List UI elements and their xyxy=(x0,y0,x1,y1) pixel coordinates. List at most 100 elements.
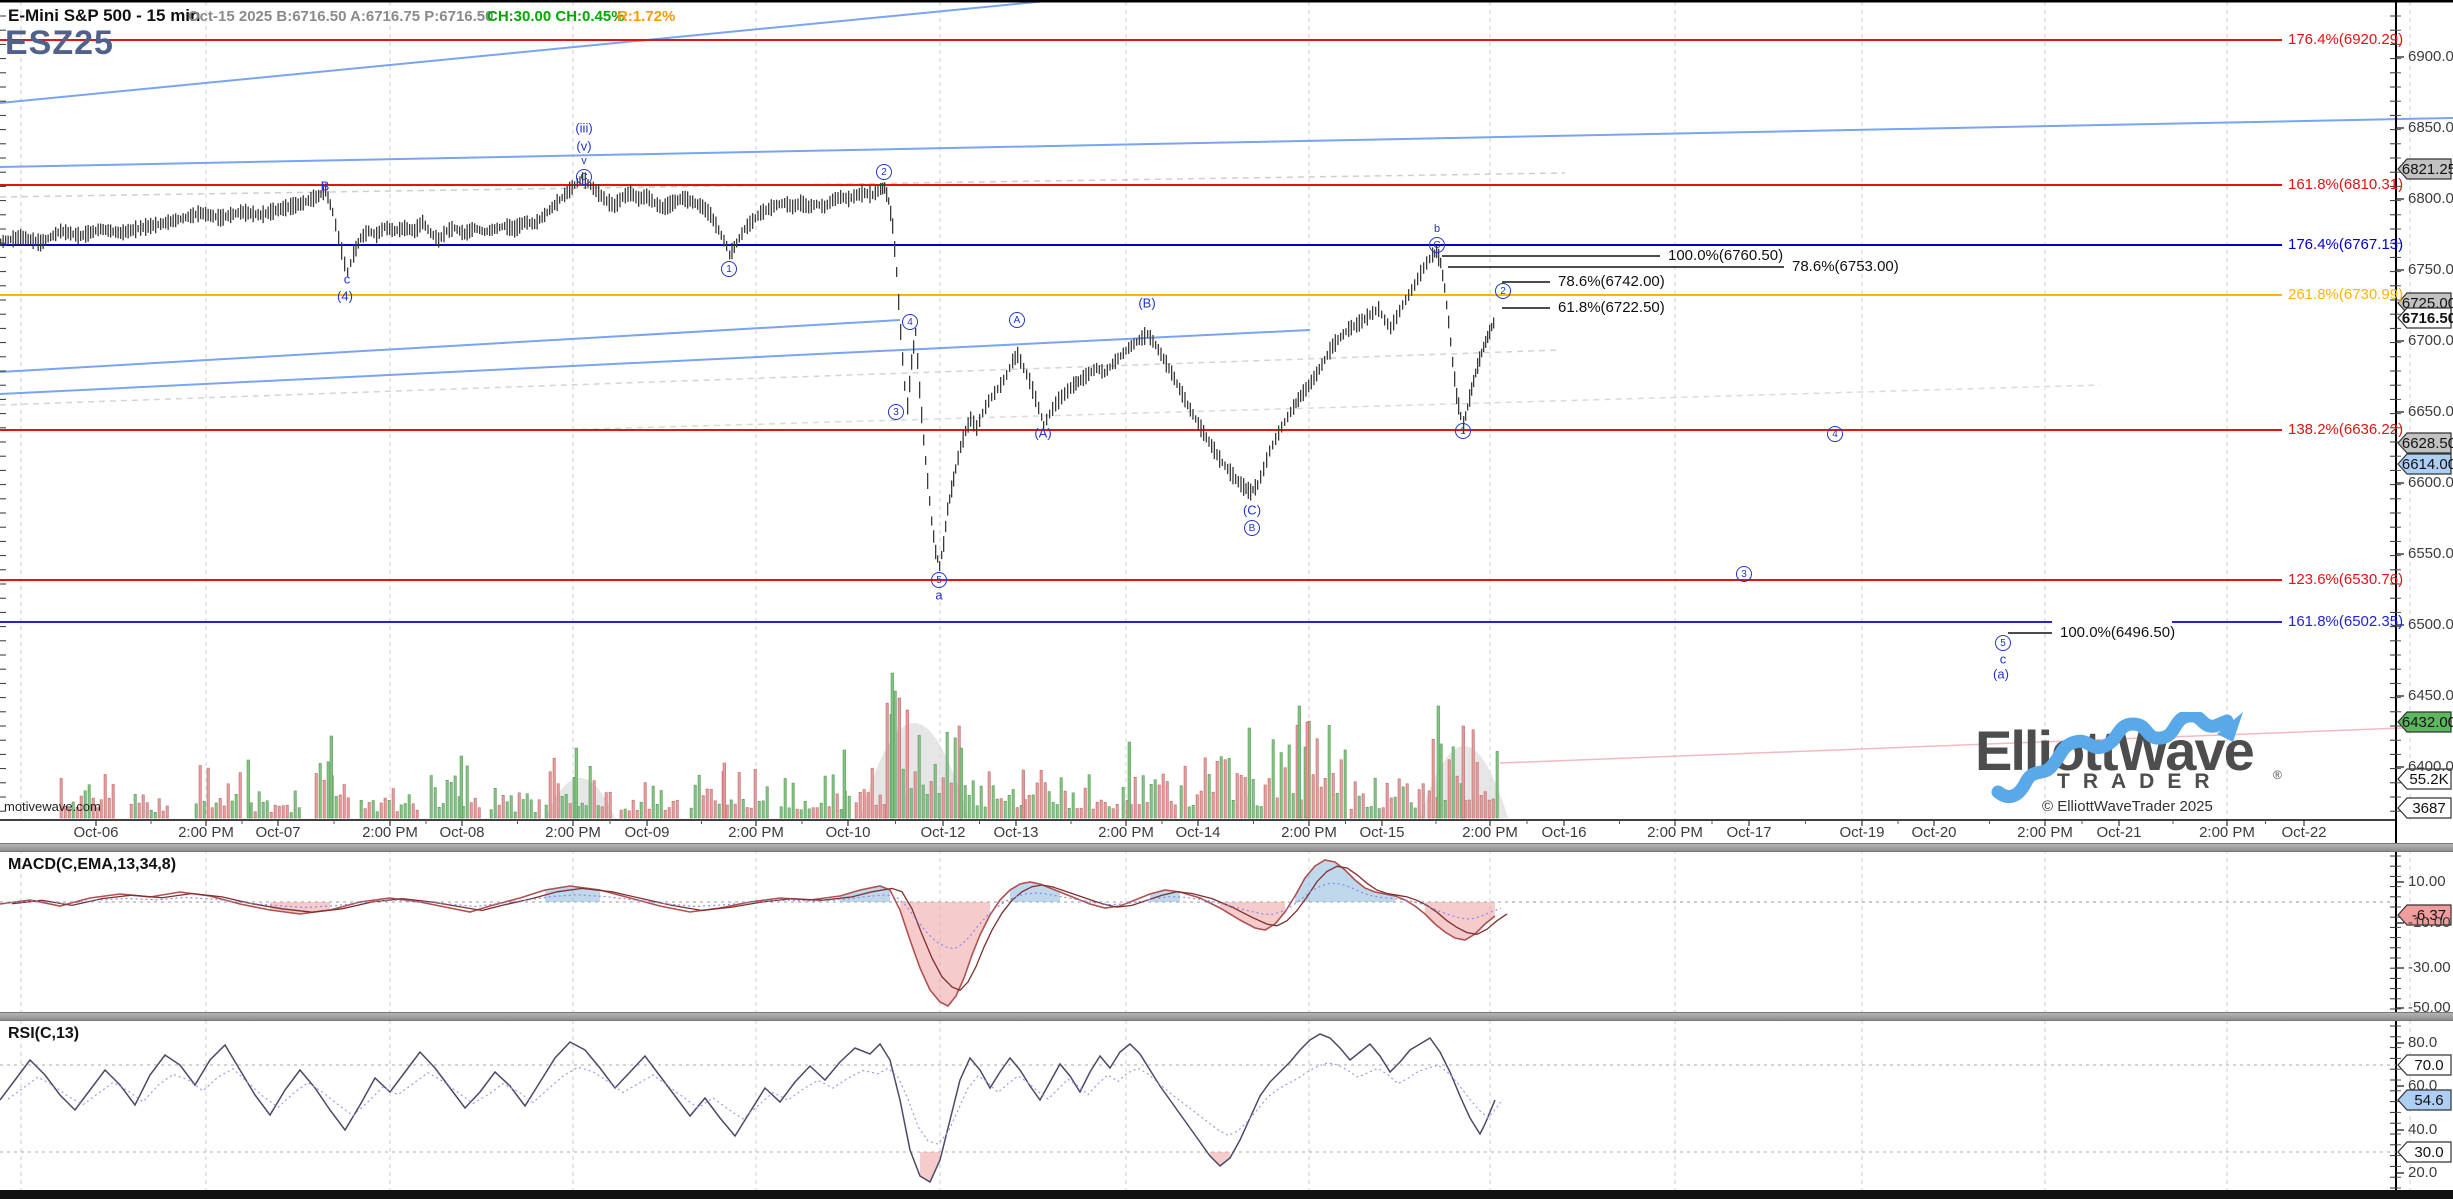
wave-label-a[interactable]: a xyxy=(935,588,942,603)
time-axis-label[interactable]: Oct-17 xyxy=(1726,824,1771,841)
price-bar xyxy=(1067,383,1068,398)
price-bar xyxy=(397,226,398,234)
wave-label-b[interactable]: b xyxy=(1434,223,1440,235)
wave-label-C[interactable]: C xyxy=(1429,237,1445,253)
macd-axis-label: -30.00 xyxy=(2408,959,2451,976)
volume-bar xyxy=(1448,760,1450,818)
wave-label-v[interactable]: (v) xyxy=(576,139,591,154)
wave-label-1[interactable]: 1 xyxy=(721,261,737,277)
time-axis-label[interactable]: 2:00 PM xyxy=(1647,824,1703,841)
wave-label-2[interactable]: 2 xyxy=(1495,283,1511,299)
volume-bar xyxy=(726,805,728,818)
wave-label-5[interactable]: 5 xyxy=(1995,635,2011,651)
wave-label-a[interactable]: (a) xyxy=(1993,667,2009,682)
time-axis-label[interactable]: 2:00 PM xyxy=(1281,824,1337,841)
axis-tag-text: 54.6 xyxy=(2414,1092,2443,1109)
volume-bar xyxy=(518,793,520,818)
price-bar xyxy=(707,204,708,221)
price-bar xyxy=(771,199,772,216)
price-bar xyxy=(1281,422,1282,433)
wave-label-3[interactable]: 3 xyxy=(888,404,904,420)
time-axis-label[interactable]: Oct-06 xyxy=(73,824,118,841)
volume-bar xyxy=(648,809,650,818)
wave-label-c[interactable]: c xyxy=(2000,652,2007,667)
wave-label-1[interactable]: 1 xyxy=(1455,423,1471,439)
price-bar xyxy=(1442,270,1443,281)
price-bar xyxy=(365,225,366,241)
price-bar xyxy=(1408,289,1409,301)
panel-separator[interactable] xyxy=(0,843,2453,852)
volume-bar xyxy=(1244,777,1246,818)
wave-label-v[interactable]: v xyxy=(581,155,587,167)
price-bar xyxy=(904,381,905,391)
price-bar xyxy=(549,205,550,215)
panel-separator[interactable] xyxy=(0,1012,2453,1021)
time-axis-label[interactable]: Oct-14 xyxy=(1175,824,1220,841)
wave-label-B[interactable]: (B) xyxy=(1138,296,1155,311)
price-bar xyxy=(670,195,671,213)
volume-bar xyxy=(1104,802,1106,818)
time-axis-label[interactable]: 2:00 PM xyxy=(2199,824,2255,841)
time-axis-label[interactable]: Oct-07 xyxy=(255,824,300,841)
price-axis-label: 6600.00 xyxy=(2408,474,2453,491)
wave-label-5[interactable]: 5 xyxy=(931,572,947,588)
volume-bar xyxy=(1240,775,1242,818)
price-bar xyxy=(45,235,46,245)
time-axis-label[interactable]: 2:00 PM xyxy=(178,824,234,841)
volume-bar xyxy=(315,773,317,818)
macd-line xyxy=(0,860,1495,1006)
price-bar xyxy=(218,209,219,226)
time-axis-label[interactable]: 2:00 PM xyxy=(2017,824,2073,841)
time-axis-label[interactable]: 2:00 PM xyxy=(545,824,601,841)
wave-label-C[interactable]: C xyxy=(576,169,592,185)
volume-spike xyxy=(1306,722,1309,818)
volume-bar xyxy=(718,804,720,818)
wave-label-A[interactable]: (A) xyxy=(1034,426,1051,441)
wave-label-3[interactable]: 3 xyxy=(1736,566,1752,582)
volume-bar xyxy=(154,812,156,818)
volume-bar xyxy=(1154,780,1156,818)
price-bar xyxy=(784,198,785,208)
time-axis-label[interactable]: Oct-22 xyxy=(2281,824,2326,841)
time-axis-label[interactable]: Oct-21 xyxy=(2096,824,2141,841)
wave-label-4[interactable]: 4 xyxy=(902,314,918,330)
price-bar xyxy=(430,228,431,238)
time-axis-label[interactable]: Oct-15 xyxy=(1359,824,1404,841)
time-axis-label[interactable]: 2:00 PM xyxy=(1098,824,1154,841)
fib-annotation-label: 100.0%(6496.50) xyxy=(2060,624,2175,641)
price-bar xyxy=(665,198,666,215)
time-axis-label[interactable]: 2:00 PM xyxy=(728,824,784,841)
wave-label-B[interactable]: B xyxy=(321,179,330,194)
wave-label-iii[interactable]: (iii) xyxy=(575,121,592,136)
wave-label-4[interactable]: (4) xyxy=(337,289,353,304)
time-axis-label[interactable]: Oct-13 xyxy=(993,824,1038,841)
time-axis-label[interactable]: Oct-20 xyxy=(1911,824,1956,841)
price-bar xyxy=(507,218,508,235)
volume-bar xyxy=(1116,804,1118,818)
wave-label-2[interactable]: 2 xyxy=(876,164,892,180)
volume-bar xyxy=(466,766,468,818)
price-bar xyxy=(1284,418,1285,426)
time-axis-label[interactable]: Oct-08 xyxy=(439,824,484,841)
time-axis-label[interactable]: 2:00 PM xyxy=(1462,824,1518,841)
wave-label-C[interactable]: (C) xyxy=(1243,503,1261,518)
time-axis-label[interactable]: 2:00 PM xyxy=(362,824,418,841)
price-bar xyxy=(407,222,408,235)
wave-label-4[interactable]: 4 xyxy=(1827,426,1843,442)
price-bar xyxy=(245,204,246,222)
price-bar xyxy=(1423,262,1424,273)
wave-label-B[interactable]: B xyxy=(1244,520,1260,536)
time-axis-label[interactable]: Oct-12 xyxy=(920,824,965,841)
volume-bar xyxy=(601,807,603,818)
wave-label-c[interactable]: c xyxy=(344,272,351,287)
volume-bar xyxy=(918,735,920,818)
price-bar xyxy=(867,189,868,198)
time-axis-label[interactable]: Oct-16 xyxy=(1541,824,1586,841)
price-bar xyxy=(188,212,189,222)
time-axis-label[interactable]: Oct-10 xyxy=(825,824,870,841)
price-bar xyxy=(1219,450,1220,467)
time-axis-label[interactable]: Oct-09 xyxy=(624,824,669,841)
time-axis-label[interactable]: Oct-19 xyxy=(1839,824,1884,841)
price-bar xyxy=(504,222,505,230)
wave-label-A[interactable]: A xyxy=(1009,312,1025,328)
